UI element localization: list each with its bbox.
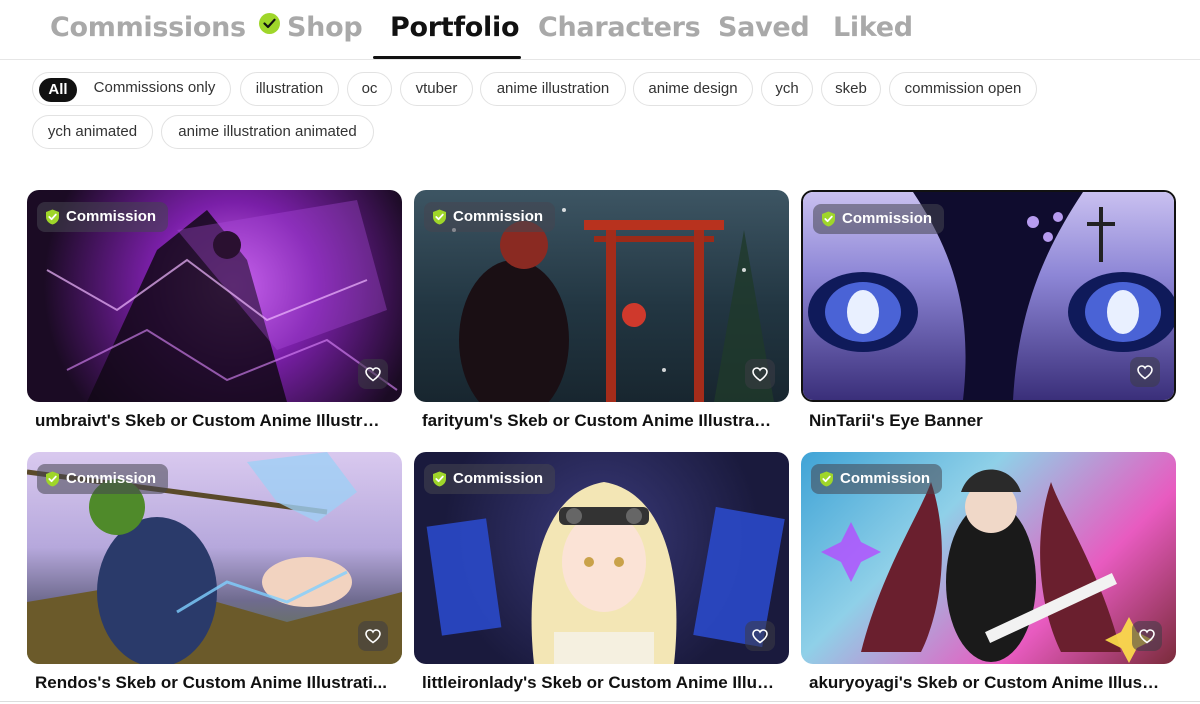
tab-liked[interactable]: Liked	[833, 12, 913, 43]
portfolio-card[interactable]: Commission NinTarii's Eye Banner	[801, 190, 1176, 431]
tag-chip-anime-illustration[interactable]: anime illustration	[480, 72, 626, 106]
active-tab-indicator	[373, 56, 521, 59]
commission-badge-label: Commission	[66, 208, 157, 225]
card-title[interactable]: Rendos's Skeb or Custom Anime Illustrati…	[27, 673, 387, 693]
tab-characters[interactable]: Characters	[538, 12, 701, 43]
tag-chip-anime-illustration-animated[interactable]: anime illustration animated	[161, 115, 374, 149]
commission-badge: Commission	[424, 202, 556, 232]
verified-check-icon	[258, 13, 280, 34]
tag-chip-vtuber[interactable]: vtuber	[400, 72, 473, 106]
tag-chip-oc[interactable]: oc	[347, 72, 392, 106]
filter-commissions-only-chip[interactable]: Commissions only	[78, 72, 231, 106]
portfolio-card[interactable]: Commission farityum's Skeb or Custom Ani…	[414, 190, 789, 431]
card-title[interactable]: littleironlady's Skeb or Custom Anime Il…	[414, 673, 774, 693]
heart-icon	[752, 366, 768, 381]
card-title[interactable]: akuryoyagi's Skeb or Custom Anime Illust…	[801, 673, 1161, 693]
like-button[interactable]	[1132, 621, 1162, 651]
commission-badge: Commission	[811, 464, 943, 494]
tag-chip-ych[interactable]: ych	[761, 72, 813, 106]
tag-chip-ych-animated[interactable]: ych animated	[32, 115, 153, 149]
card-title[interactable]: umbraivt's Skeb or Custom Anime Illustra…	[27, 411, 387, 431]
page-divider	[0, 701, 1200, 702]
card-thumbnail[interactable]: Commission	[414, 190, 789, 402]
commission-badge-label: Commission	[453, 470, 544, 487]
heart-icon	[365, 628, 381, 643]
commission-badge-label: Commission	[840, 470, 931, 487]
shield-check-icon	[820, 471, 833, 487]
card-thumbnail[interactable]: Commission	[801, 190, 1176, 402]
portfolio-card[interactable]: Commission Rendos's Skeb or Custom Anime…	[27, 452, 402, 693]
commission-badge-label: Commission	[842, 210, 933, 227]
tag-chip-skeb[interactable]: skeb	[821, 72, 881, 106]
card-thumbnail[interactable]: Commission	[27, 190, 402, 402]
commission-badge: Commission	[37, 202, 169, 232]
shield-check-icon	[46, 209, 59, 225]
tab-commissions-label: Commissions	[50, 12, 246, 43]
like-button[interactable]	[358, 621, 388, 651]
tag-chip-anime-design[interactable]: anime design	[633, 72, 753, 106]
commission-badge-label: Commission	[453, 208, 544, 225]
shield-check-icon	[822, 211, 835, 227]
portfolio-card[interactable]: Commission umbraivt's Skeb or Custom Ani…	[27, 190, 402, 431]
tag-chip-illustration[interactable]: illustration	[240, 72, 339, 106]
commission-badge: Commission	[424, 464, 556, 494]
shield-check-icon	[433, 209, 446, 225]
portfolio-card[interactable]: Commission akuryoyagi's Skeb or Custom A…	[801, 452, 1176, 693]
filter-all-chip[interactable]: All	[39, 78, 77, 102]
tab-portfolio[interactable]: Portfolio	[390, 12, 520, 43]
commission-badge: Commission	[813, 204, 945, 234]
heart-icon	[1137, 364, 1153, 379]
tab-commissions[interactable]: Commissions	[50, 12, 280, 43]
portfolio-card[interactable]: Commission littleironlady's Skeb or Cust…	[414, 452, 789, 693]
shield-check-icon	[46, 471, 59, 487]
commission-badge-label: Commission	[66, 470, 157, 487]
card-title[interactable]: farityum's Skeb or Custom Anime Illustra…	[414, 411, 774, 431]
tab-shop[interactable]: Shop	[287, 12, 363, 43]
tab-saved[interactable]: Saved	[718, 12, 810, 43]
like-button[interactable]	[745, 359, 775, 389]
heart-icon	[752, 628, 768, 643]
like-button[interactable]	[1130, 357, 1160, 387]
tag-chip-commission-open[interactable]: commission open	[889, 72, 1037, 106]
heart-icon	[365, 366, 381, 381]
shield-check-icon	[433, 471, 446, 487]
card-title[interactable]: NinTarii's Eye Banner	[801, 411, 1161, 431]
commission-badge: Commission	[37, 464, 169, 494]
like-button[interactable]	[745, 621, 775, 651]
card-thumbnail[interactable]: Commission	[414, 452, 789, 664]
card-thumbnail[interactable]: Commission	[801, 452, 1176, 664]
profile-tabs: Commissions Shop Portfolio Characters Sa…	[0, 0, 1200, 60]
like-button[interactable]	[358, 359, 388, 389]
card-thumbnail[interactable]: Commission	[27, 452, 402, 664]
heart-icon	[1139, 628, 1155, 643]
